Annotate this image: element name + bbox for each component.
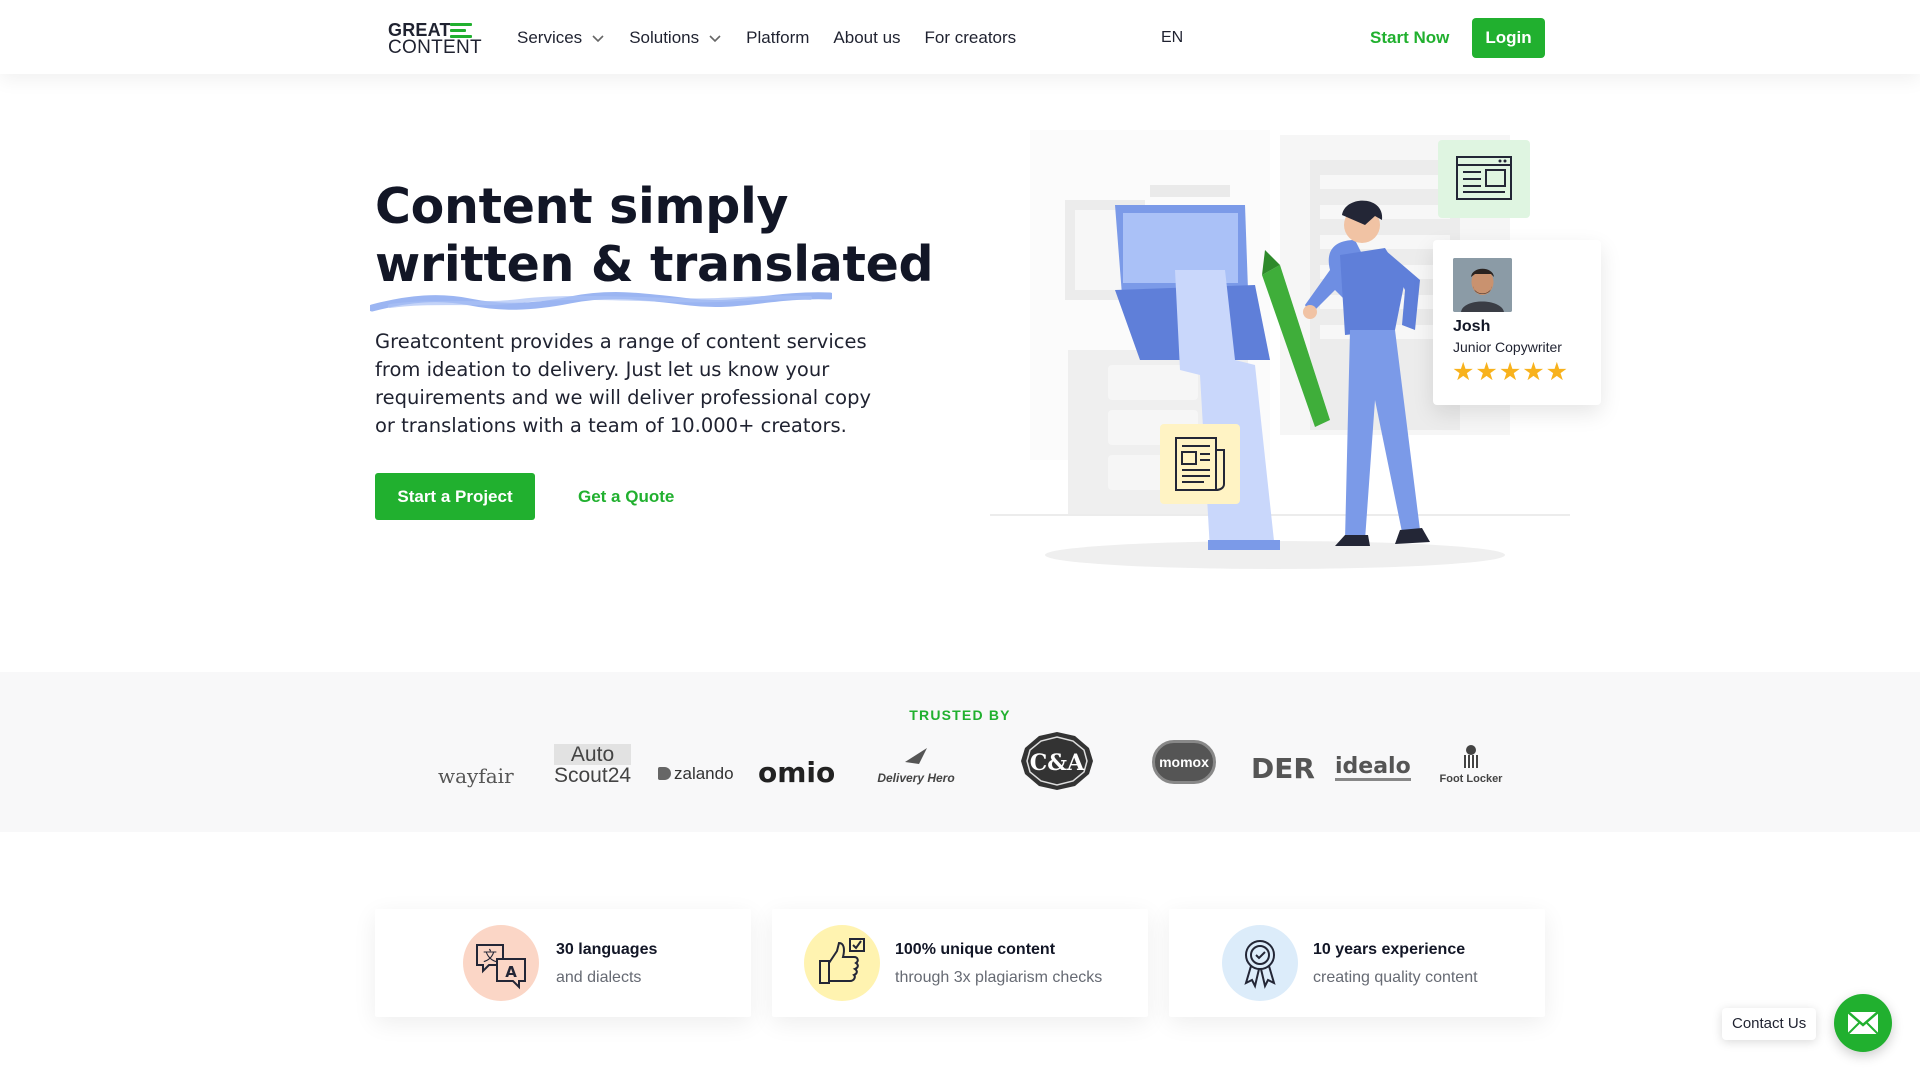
feature-title: 30 languages	[556, 941, 658, 958]
site-header: GREAT CONTENT Services Solutions Platfor…	[0, 0, 1920, 74]
logo-zalando: zalando	[658, 764, 734, 784]
browser-window-icon	[1456, 156, 1512, 200]
translate-icon: 文 A	[463, 925, 539, 1001]
feature-card-experience: 10 years experience creating quality con…	[1169, 909, 1545, 1017]
contact-us-button[interactable]	[1834, 994, 1892, 1052]
svg-text:C&A: C&A	[1030, 750, 1085, 776]
get-quote-link[interactable]: Get a Quote	[578, 487, 674, 507]
nav-for-creators[interactable]: For creators	[925, 28, 1017, 48]
avatar	[1453, 258, 1512, 312]
chevron-down-icon	[592, 35, 604, 43]
creator-role: Junior Copywriter	[1453, 339, 1562, 355]
creator-card: Josh Junior Copywriter ★★★★★	[1433, 240, 1601, 405]
svg-text:文: 文	[483, 949, 497, 965]
creator-name: Josh	[1453, 318, 1491, 335]
logo-idealo: idealo	[1335, 754, 1411, 781]
login-button[interactable]: Login	[1472, 18, 1545, 58]
chevron-down-icon	[709, 35, 721, 43]
browser-window-tile	[1438, 140, 1530, 218]
hero-title: Content simply written & translated	[375, 178, 934, 294]
delivery-hero-icon	[905, 748, 927, 764]
feature-title: 10 years experience	[1313, 941, 1466, 958]
logo-delivery-hero: Delivery Hero	[876, 744, 956, 785]
feature-subtitle: creating quality content	[1313, 969, 1478, 986]
referee-icon	[1464, 745, 1478, 768]
nav-services-label: Services	[517, 28, 583, 47]
feature-card-unique: 100% unique content through 3x plagiaris…	[772, 909, 1148, 1017]
main-nav: Services Solutions Platform About us For…	[517, 28, 1040, 48]
feature-subtitle: and dialects	[556, 969, 642, 986]
nav-about-us-label: About us	[833, 28, 901, 47]
logo-momox: momox	[1152, 740, 1216, 784]
nav-platform-label: Platform	[746, 28, 810, 47]
nav-for-creators-label: For creators	[924, 28, 1017, 47]
client-logos: wayfair Auto Scout24 zalando omio Delive…	[0, 732, 1920, 814]
start-now-link[interactable]: Start Now	[1370, 28, 1449, 48]
thumbs-up-check-icon	[804, 925, 880, 1001]
contact-us-label[interactable]: Contact Us	[1722, 1008, 1817, 1040]
nav-solutions-label: Solutions	[629, 28, 700, 47]
logo-omio: omio	[758, 756, 836, 789]
logo-autoscout24: Auto Scout24	[554, 743, 632, 787]
language-switcher[interactable]: EN	[1161, 29, 1183, 47]
svg-text:A: A	[505, 963, 517, 981]
trusted-by-label: TRUSTED BY	[909, 707, 1011, 723]
logo-text-content: CONTENT	[388, 37, 482, 58]
hero-description: Greatcontent provides a range of content…	[375, 330, 871, 437]
brush-underline-decoration	[370, 292, 832, 312]
newspaper-icon	[1175, 437, 1225, 491]
logo-c-and-a: C&A	[1017, 730, 1097, 792]
nav-about-us[interactable]: About us	[833, 28, 900, 48]
logo-wayfair: wayfair	[438, 764, 514, 788]
feature-title: 100% unique content	[895, 941, 1056, 958]
feature-subtitle: through 3x plagiarism checks	[895, 969, 1103, 986]
nav-services[interactable]: Services	[517, 28, 605, 48]
start-project-button[interactable]: Start a Project	[375, 473, 535, 520]
star-rating: ★★★★★	[1452, 358, 1570, 386]
mail-icon	[1847, 1011, 1879, 1035]
logo-der: DER	[1251, 752, 1315, 785]
trusted-by-section: TRUSTED BY wayfair Auto Scout24 zalando …	[0, 672, 1920, 832]
feature-card-languages: 文 A 30 languages and dialects	[375, 909, 751, 1017]
greatcontent-logo[interactable]: GREAT CONTENT	[388, 18, 482, 58]
logo-foot-locker: Foot Locker	[1436, 744, 1506, 785]
nav-solutions[interactable]: Solutions	[629, 28, 722, 48]
nav-platform[interactable]: Platform	[746, 28, 809, 48]
hero-title-line-1: Content simply	[375, 178, 789, 235]
award-badge-icon	[1222, 925, 1298, 1001]
newspaper-tile	[1160, 424, 1240, 504]
